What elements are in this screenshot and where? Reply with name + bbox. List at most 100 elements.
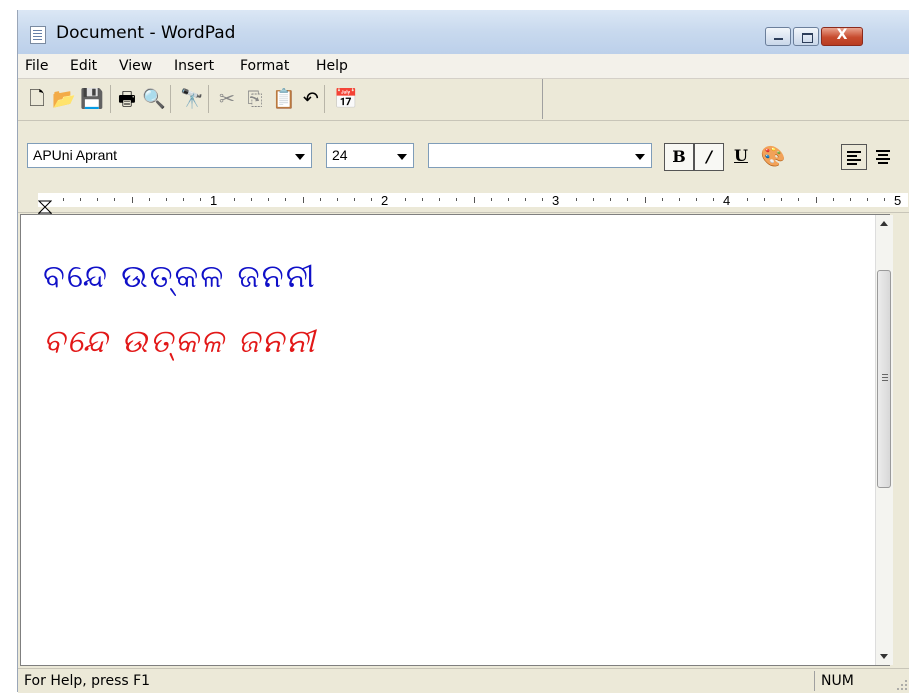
- italic-button[interactable]: /: [694, 143, 724, 171]
- open-folder-icon[interactable]: 📂: [52, 88, 76, 110]
- ruler-tick: [302, 197, 304, 203]
- ruler-tick: [764, 198, 766, 201]
- align-center-button[interactable]: [870, 144, 896, 170]
- ruler-tick: [456, 198, 458, 201]
- scroll-up-button[interactable]: [876, 215, 893, 232]
- ruler-tick: [490, 198, 492, 201]
- font-size-value: 24: [332, 147, 348, 163]
- document-editor[interactable]: ବନ୍ଦେ ଉତ୍କଳ ଜନନୀ ବନ୍ଦେ ଉତ୍କଳ ଜନନୀ: [20, 214, 890, 666]
- close-icon: X: [836, 27, 848, 43]
- wordpad-app-icon[interactable]: [30, 26, 46, 44]
- toolbar-separator: [324, 85, 325, 113]
- menu-edit[interactable]: Edit: [70, 58, 97, 74]
- num-lock-indicator: NUM: [814, 671, 874, 691]
- menu-file[interactable]: File: [25, 58, 48, 74]
- ruler-tick: [695, 198, 697, 201]
- ruler-tick: [234, 198, 236, 201]
- menu-bar: File Edit View Insert Format Help: [18, 54, 909, 79]
- ruler-tick: [439, 198, 441, 201]
- grip-icon: [882, 374, 888, 375]
- document-line-1: ବନ୍ଦେ ଉତ୍କଳ ଜନନୀ: [43, 257, 317, 295]
- toolbar-separator: [110, 85, 111, 113]
- underline-button[interactable]: U: [726, 143, 756, 171]
- ruler-number: 1: [210, 193, 218, 208]
- cut-scissors-icon[interactable]: ✂: [216, 88, 238, 110]
- title-bar[interactable]: Document - WordPad X: [18, 10, 909, 54]
- ruler-tick: [524, 198, 526, 201]
- ruler-number: 2: [381, 193, 389, 208]
- vertical-scrollbar[interactable]: [875, 215, 893, 665]
- find-binoculars-icon[interactable]: 🔭: [180, 88, 204, 110]
- ruler-tick: [114, 198, 116, 201]
- print-preview-icon[interactable]: 🔍: [142, 88, 166, 110]
- ruler-tick: [747, 198, 749, 201]
- document-line-2: ବନ୍ଦେ ଉତ୍କଳ ଜନନୀ: [43, 322, 317, 360]
- ruler-tick: [319, 198, 321, 201]
- ruler-tick: [336, 198, 338, 201]
- new-document-icon[interactable]: 🗋: [26, 88, 48, 110]
- ruler-tick: [370, 198, 372, 201]
- ruler-tick: [576, 198, 578, 201]
- ruler-tick: [199, 198, 201, 201]
- ruler-tick: [644, 197, 646, 203]
- window-title: Document - WordPad: [56, 23, 236, 43]
- script-combo[interactable]: [428, 143, 652, 168]
- copy-icon[interactable]: ⎘: [244, 88, 266, 110]
- align-center-icon: [876, 150, 890, 152]
- ruler-tick: [182, 198, 184, 201]
- menu-view[interactable]: View: [119, 58, 152, 74]
- ruler-tick: [661, 198, 663, 201]
- ruler-tick: [678, 198, 680, 201]
- resize-grip-icon[interactable]: [896, 679, 908, 691]
- ruler-tick: [473, 197, 475, 203]
- chevron-down-icon[interactable]: [397, 154, 407, 160]
- font-size-combo[interactable]: 24: [326, 143, 414, 168]
- print-icon[interactable]: 🖶: [116, 88, 138, 110]
- close-button[interactable]: X: [821, 27, 863, 46]
- chevron-down-icon[interactable]: [295, 154, 305, 160]
- ruler-number: 4: [723, 193, 731, 208]
- menu-insert[interactable]: Insert: [174, 58, 214, 74]
- ruler-tick: [285, 198, 287, 201]
- ruler-tick: [866, 198, 868, 201]
- font-name-combo[interactable]: APUni Aprant: [27, 143, 312, 168]
- align-left-icon: [847, 151, 861, 153]
- ruler-tick: [832, 198, 834, 201]
- font-name-value: APUni Aprant: [33, 147, 118, 163]
- menu-format[interactable]: Format: [240, 58, 289, 74]
- ruler-tick: [781, 198, 783, 201]
- wordpad-window: Document - WordPad X File Edit View Inse…: [17, 10, 909, 693]
- toolbar-separator: [208, 85, 209, 113]
- ruler-tick: [507, 198, 509, 201]
- ruler-tick: [541, 198, 543, 201]
- toolbar-separator: [170, 85, 171, 113]
- align-left-button[interactable]: [841, 144, 867, 170]
- ruler-tick: [63, 198, 65, 201]
- ruler[interactable]: 1 2 3 4 5: [18, 188, 909, 213]
- ruler-tick: [712, 198, 714, 201]
- format-bar: APUni Aprant 24 B / U 🎨: [18, 143, 909, 183]
- ruler-tick: [593, 198, 595, 201]
- scroll-thumb[interactable]: [877, 270, 891, 488]
- maximize-button[interactable]: [793, 27, 819, 46]
- status-bar: For Help, press F1 NUM: [18, 668, 909, 693]
- paste-icon[interactable]: 📋: [272, 88, 296, 110]
- scroll-down-button[interactable]: [876, 648, 893, 665]
- save-disk-icon[interactable]: 💾: [80, 88, 104, 110]
- minimize-button[interactable]: [765, 27, 791, 46]
- chevron-down-icon[interactable]: [635, 154, 645, 160]
- insert-datetime-icon[interactable]: 📅: [334, 88, 358, 110]
- ruler-tick: [353, 198, 355, 201]
- ruler-tick: [80, 198, 82, 201]
- undo-icon[interactable]: ↶: [300, 88, 322, 110]
- menu-help[interactable]: Help: [316, 58, 348, 74]
- bold-button[interactable]: B: [664, 143, 694, 171]
- standard-toolbar: 🗋 📂 💾 🖶 🔍 🔭 ✂ ⎘ 📋 ↶ 📅: [18, 79, 543, 119]
- ruler-number: 3: [552, 193, 560, 208]
- color-palette-icon[interactable]: 🎨: [758, 143, 788, 171]
- ruler-tick: [131, 197, 133, 203]
- ruler-tick: [815, 197, 817, 203]
- ruler-tick: [165, 198, 167, 201]
- ruler-number: 5: [894, 193, 902, 208]
- toolbar-divider: [18, 120, 909, 121]
